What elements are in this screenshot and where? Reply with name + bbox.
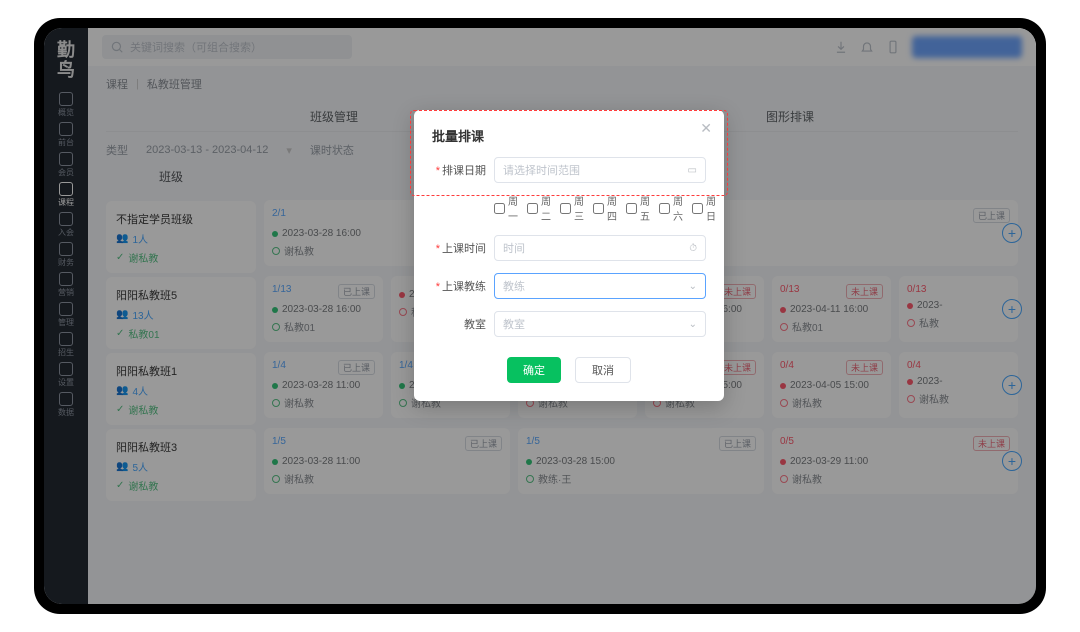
coach-placeholder: 教练 <box>503 278 525 294</box>
weekday-checkbox[interactable]: 周四 <box>593 193 617 223</box>
confirm-button[interactable]: 确定 <box>507 357 561 383</box>
clock-icon: ⏱ <box>689 243 697 254</box>
room-select[interactable]: 教室 ⌄ <box>494 311 706 337</box>
weekday-checkbox[interactable]: 周一 <box>494 193 518 223</box>
date-label: 排课日期 <box>442 165 486 177</box>
weekday-label: 周六 <box>673 193 683 223</box>
weekday-checkbox[interactable]: 周三 <box>560 193 584 223</box>
weekday-row: 周一周二周三周四周五周六周日 <box>432 193 706 223</box>
time-label: 上课时间 <box>442 243 486 255</box>
weekday-checkbox-input[interactable] <box>527 203 538 214</box>
weekday-checkbox-input[interactable] <box>494 203 505 214</box>
time-placeholder: 时间 <box>503 240 525 256</box>
chevron-down-icon: ⌄ <box>689 281 697 292</box>
weekday-label: 周二 <box>541 193 551 223</box>
weekday-label: 周一 <box>508 193 518 223</box>
coach-select[interactable]: 教练 ⌄ <box>494 273 706 299</box>
weekday-checkbox[interactable]: 周六 <box>659 193 683 223</box>
weekday-checkbox-input[interactable] <box>659 203 670 214</box>
weekday-checkbox[interactable]: 周二 <box>527 193 551 223</box>
bulk-schedule-modal: 批量排课 ✕ *排课日期 请选择时间范围 ▭ 周一周二周三周四周五周六周日 *上… <box>414 110 724 401</box>
date-range-input[interactable]: 请选择时间范围 ▭ <box>494 157 706 183</box>
modal-title: 批量排课 <box>432 126 706 145</box>
weekday-label: 周日 <box>706 193 716 223</box>
weekday-label: 周四 <box>607 193 617 223</box>
weekday-checkbox-input[interactable] <box>593 203 604 214</box>
weekday-label: 周三 <box>574 193 584 223</box>
weekday-checkbox[interactable]: 周日 <box>692 193 716 223</box>
date-placeholder: 请选择时间范围 <box>503 162 580 178</box>
close-icon[interactable]: ✕ <box>700 120 712 137</box>
calendar-icon: ▭ <box>688 165 697 176</box>
weekday-checkbox[interactable]: 周五 <box>626 193 650 223</box>
coach-label: 上课教练 <box>442 281 486 293</box>
app-screen: 勤鸟 概览前台会员课程入会财务营销管理招生设置数据 关键词搜索（可组合搜索） 课… <box>44 28 1036 604</box>
weekday-label: 周五 <box>640 193 650 223</box>
cancel-button[interactable]: 取消 <box>575 357 631 383</box>
time-input[interactable]: 时间 ⏱ <box>494 235 706 261</box>
weekday-checkbox-input[interactable] <box>626 203 637 214</box>
weekday-checkbox-input[interactable] <box>560 203 571 214</box>
room-placeholder: 教室 <box>503 316 525 332</box>
weekday-checkbox-input[interactable] <box>692 203 703 214</box>
tablet-frame: 勤鸟 概览前台会员课程入会财务营销管理招生设置数据 关键词搜索（可组合搜索） 课… <box>34 18 1046 614</box>
chevron-down-icon: ⌄ <box>689 319 697 330</box>
room-label: 教室 <box>464 319 486 331</box>
